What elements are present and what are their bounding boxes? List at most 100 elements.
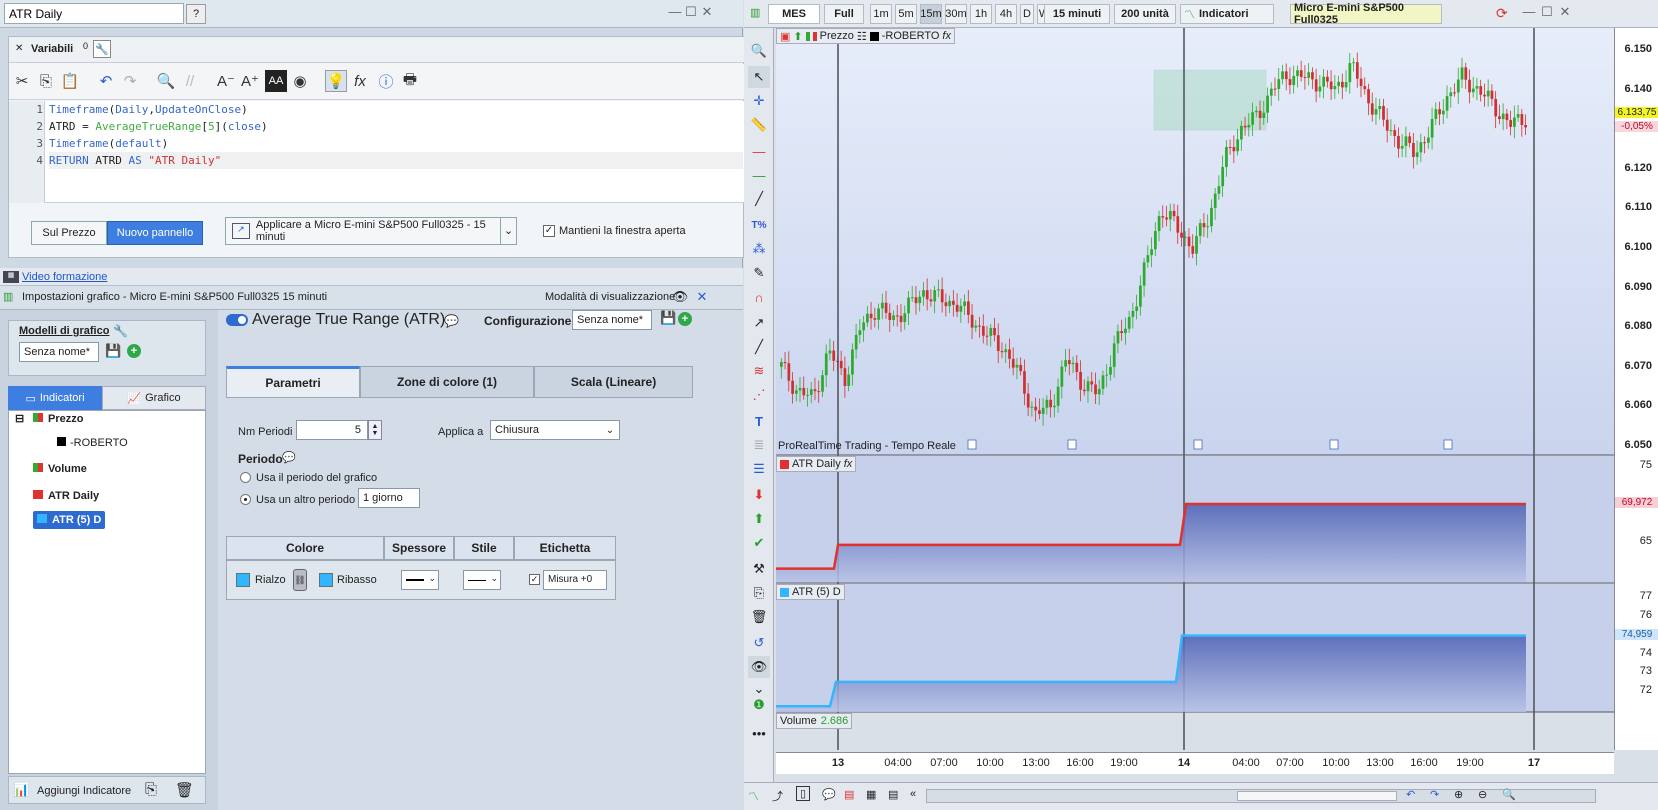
- tree-item-volume[interactable]: Volume: [33, 457, 87, 481]
- rialzo-color-swatch[interactable]: [236, 573, 250, 587]
- zoom-icon[interactable]: 🔍: [748, 40, 770, 62]
- stepper-icon[interactable]: ▲ ▼: [368, 420, 382, 440]
- tree-item-prezzo[interactable]: Prezzo: [33, 407, 83, 431]
- level-icon[interactable]: ☰: [748, 458, 770, 480]
- color-wheel-icon[interactable]: ◉: [289, 70, 311, 92]
- table-icon[interactable]: ▦: [866, 788, 876, 801]
- horizontal-ray-icon[interactable]: —: [748, 164, 770, 186]
- add-indicator-button[interactable]: Aggiungi Indicatore: [37, 785, 131, 797]
- help-circle-icon[interactable]: ⓘ: [375, 70, 397, 92]
- comment-icon[interactable]: 💬: [822, 788, 836, 801]
- instrument-label[interactable]: Micro E-mini S&P500 Full0325: [1290, 2, 1442, 26]
- list-icon[interactable]: ☷: [857, 30, 867, 43]
- keep-open-checkbox[interactable]: ✓: [543, 225, 555, 237]
- applica-select[interactable]: Chiusura: [490, 420, 620, 440]
- close-icon[interactable]: ✕: [1558, 5, 1572, 19]
- zoom-in-icon[interactable]: ⊕: [1454, 788, 1463, 801]
- tree-item-atr-daily[interactable]: ATR Daily: [33, 484, 99, 508]
- tree-item-atr5[interactable]: ATR (5) D: [33, 511, 106, 529]
- video-formazione-link[interactable]: Video formazione: [22, 271, 107, 283]
- indicator-name-input[interactable]: [4, 3, 184, 24]
- eye-pencil-icon[interactable]: 👁: [748, 656, 770, 678]
- info-bubble-icon[interactable]: 💬: [282, 451, 296, 464]
- font-style-icon[interactable]: AA: [265, 70, 287, 92]
- config-select[interactable]: Senza nome*: [572, 310, 652, 330]
- wrench-icon[interactable]: 🔧: [93, 40, 111, 58]
- collapse-icon[interactable]: ✕: [15, 43, 23, 54]
- trash-icon[interactable]: 🗑: [748, 606, 770, 628]
- up-arrow-icon[interactable]: ⬆: [793, 30, 802, 43]
- tab-parametri[interactable]: Parametri: [226, 366, 360, 398]
- timeframe-button[interactable]: D: [1020, 4, 1034, 24]
- alert-icon[interactable]: ❶: [748, 694, 770, 716]
- checkmark-icon[interactable]: ✔: [748, 532, 770, 554]
- tab-scala[interactable]: Scala (Lineare): [534, 366, 693, 398]
- close-icon[interactable]: ✕: [700, 5, 714, 19]
- legend-prezzo[interactable]: Prezzo: [820, 30, 854, 42]
- timeframe-button[interactable]: 4h: [995, 4, 1017, 24]
- line-icon[interactable]: ╱: [748, 336, 770, 358]
- models-select[interactable]: Senza nome*: [19, 342, 99, 362]
- maximize-icon[interactable]: ☐: [1540, 5, 1554, 19]
- timeframe-button[interactable]: 1h: [970, 4, 992, 24]
- ruler-icon[interactable]: 📏: [748, 114, 770, 136]
- price-axis[interactable]: 6.1506.1406.1306.1206.1106.1006.0906.080…: [1614, 28, 1658, 750]
- code-area[interactable]: 1 2 3 4 Timeframe(Daily,UpdateOnClose) A…: [9, 101, 745, 203]
- tree-item-roberto[interactable]: -ROBERTO: [57, 431, 128, 455]
- timeframe-button[interactable]: 5m: [895, 4, 917, 24]
- copy-icon[interactable]: ⎘: [35, 70, 57, 92]
- atr5-legend[interactable]: ATR (5) D: [776, 584, 845, 600]
- cut-icon[interactable]: ✂: [11, 70, 33, 92]
- tree-expander-icon[interactable]: ⊟: [15, 407, 24, 431]
- increase-font-icon[interactable]: A⁺: [239, 70, 261, 92]
- legend-roberto[interactable]: -ROBERTO: [882, 30, 940, 42]
- timeframe-button[interactable]: 30m: [945, 4, 967, 24]
- sul-prezzo-button[interactable]: Sul Prezzo: [31, 221, 107, 245]
- copy-icon[interactable]: ⎘: [145, 781, 157, 798]
- layout-icon[interactable]: ▯: [796, 786, 811, 801]
- period-select[interactable]: 1 giorno: [358, 488, 420, 508]
- add-model-icon[interactable]: +: [127, 344, 141, 358]
- percent-icon[interactable]: T%: [748, 214, 770, 236]
- ribasso-color-swatch[interactable]: [319, 573, 333, 587]
- trash-icon[interactable]: 🗑: [175, 781, 194, 799]
- rotate-icon[interactable]: ↺: [748, 632, 770, 654]
- maximize-icon[interactable]: ☐: [684, 5, 698, 19]
- apply-to-dropdown[interactable]: ↗ Applicare a Micro E-mini S&P500 Full03…: [225, 217, 517, 245]
- redo-icon[interactable]: ↷: [119, 70, 141, 92]
- zoom-icon[interactable]: 🔍: [1502, 788, 1516, 801]
- toggle-switch[interactable]: [226, 314, 248, 326]
- fibonacci-icon[interactable]: ≣: [748, 434, 770, 456]
- help-button[interactable]: ?: [186, 4, 206, 24]
- thickness-select[interactable]: ⌄: [401, 570, 439, 590]
- save-icon[interactable]: 💾: [660, 310, 676, 326]
- add-indicator-icon[interactable]: 📊: [13, 782, 29, 798]
- add-config-icon[interactable]: +: [678, 312, 692, 326]
- label-checkbox[interactable]: ✓: [529, 574, 540, 585]
- save-icon[interactable]: 💾: [105, 343, 121, 359]
- interval-select[interactable]: 15 minuti: [1044, 4, 1110, 24]
- close-icon[interactable]: ✕: [694, 289, 710, 305]
- radio-chart-period[interactable]: [240, 472, 251, 483]
- volume-legend[interactable]: Volume 2.686: [776, 713, 853, 729]
- units-select[interactable]: 200 unità: [1114, 4, 1176, 24]
- stack-icon[interactable]: ▤: [888, 788, 898, 801]
- undo-icon[interactable]: ↶: [95, 70, 117, 92]
- chart-app-icon[interactable]: ▥: [750, 6, 760, 19]
- copy-icon[interactable]: ⎘: [748, 582, 770, 604]
- horizontal-line-icon[interactable]: —: [748, 140, 770, 162]
- arrow-line-icon[interactable]: ↗: [748, 312, 770, 334]
- atr-daily-legend[interactable]: ATR Daily fx: [776, 456, 857, 472]
- undo-icon[interactable]: ↶: [1406, 788, 1415, 801]
- print-icon[interactable]: 🖶: [399, 70, 421, 92]
- radio-other-period[interactable]: [240, 494, 251, 505]
- timeframe-button[interactable]: 1m: [870, 4, 892, 24]
- wrench-icon[interactable]: 🔧: [113, 324, 128, 338]
- chart-area[interactable]: ▣ ⬆ Prezzo ☷ -ROBERTO fx ProRealTime Tra…: [776, 28, 1614, 750]
- calendar-icon[interactable]: ▤: [844, 788, 854, 801]
- close-icon[interactable]: ▣: [780, 30, 790, 43]
- tools-icon[interactable]: ⚒: [748, 558, 770, 580]
- channel-icon[interactable]: ≋: [748, 360, 770, 382]
- line-style-select[interactable]: ⌄: [463, 570, 501, 590]
- trendline-icon[interactable]: ╱: [748, 188, 770, 210]
